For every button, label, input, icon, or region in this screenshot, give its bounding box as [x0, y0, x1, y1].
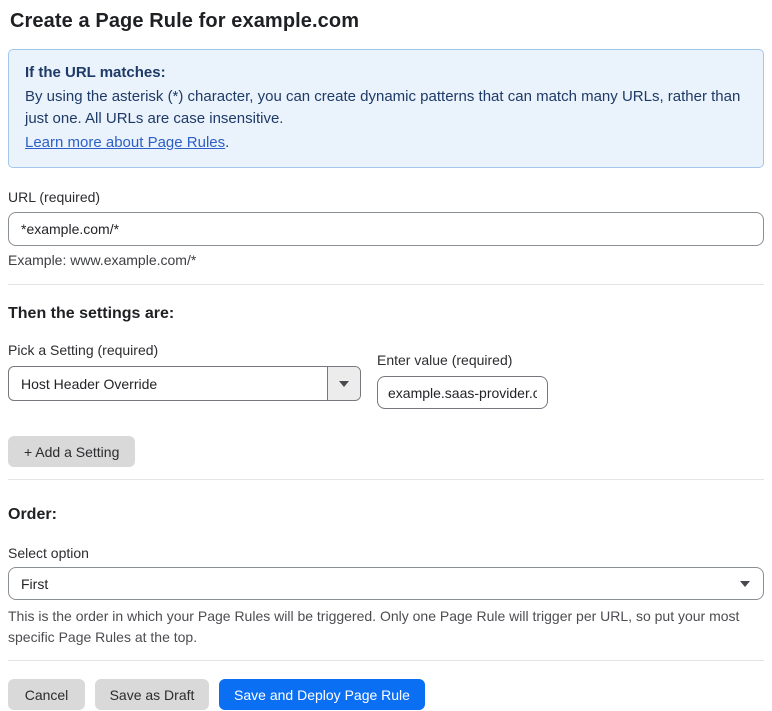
setting-select-column: Pick a Setting (required) Host Header Ov…	[8, 342, 361, 401]
url-input[interactable]	[8, 212, 764, 246]
info-box-heading: If the URL matches:	[25, 64, 166, 81]
url-match-info-box: If the URL matches: By using the asteris…	[8, 49, 764, 168]
page-title: Create a Page Rule for example.com	[10, 10, 360, 32]
order-select-arrow	[740, 580, 763, 587]
footer-actions: Cancel Save as Draft Save and Deploy Pag…	[8, 679, 764, 710]
info-box-body: By using the asterisk (*) character, you…	[25, 88, 741, 127]
save-as-draft-button[interactable]: Save as Draft	[95, 679, 209, 710]
order-select[interactable]: First	[8, 567, 764, 600]
order-help-text: This is the order in which your Page Rul…	[8, 608, 740, 645]
chevron-down-icon	[339, 380, 349, 387]
divider	[8, 479, 764, 480]
order-select-value: First	[21, 575, 49, 592]
url-hint: Example: www.example.com/*	[8, 252, 197, 268]
setting-value-column: Enter value (required)	[377, 352, 548, 409]
setting-select-value: Host Header Override	[21, 375, 158, 392]
url-label: URL (required)	[8, 189, 101, 205]
info-box-link-line: Learn more about Page Rules.	[25, 132, 747, 154]
setting-select-arrow-button[interactable]	[327, 367, 360, 400]
order-select-label: Select option	[8, 545, 89, 561]
save-and-deploy-button[interactable]: Save and Deploy Page Rule	[219, 679, 425, 710]
order-section-heading: Order:	[8, 506, 57, 523]
settings-row: Pick a Setting (required) Host Header Ov…	[8, 342, 764, 409]
setting-select-label: Pick a Setting (required)	[8, 342, 159, 358]
setting-value-label: Enter value (required)	[377, 352, 513, 368]
cancel-button[interactable]: Cancel	[8, 679, 85, 710]
create-page-rule-form: Create a Page Rule for example.com If th…	[0, 0, 772, 710]
add-setting-button[interactable]: + Add a Setting	[8, 436, 136, 467]
link-suffix: .	[225, 134, 230, 151]
chevron-down-icon	[740, 580, 750, 587]
divider	[8, 660, 764, 661]
setting-select[interactable]: Host Header Override	[8, 366, 361, 401]
settings-section-heading: Then the settings are:	[8, 305, 175, 322]
divider	[8, 284, 764, 285]
learn-more-link[interactable]: Learn more about Page Rules	[25, 134, 225, 151]
setting-value-input[interactable]	[377, 376, 548, 409]
